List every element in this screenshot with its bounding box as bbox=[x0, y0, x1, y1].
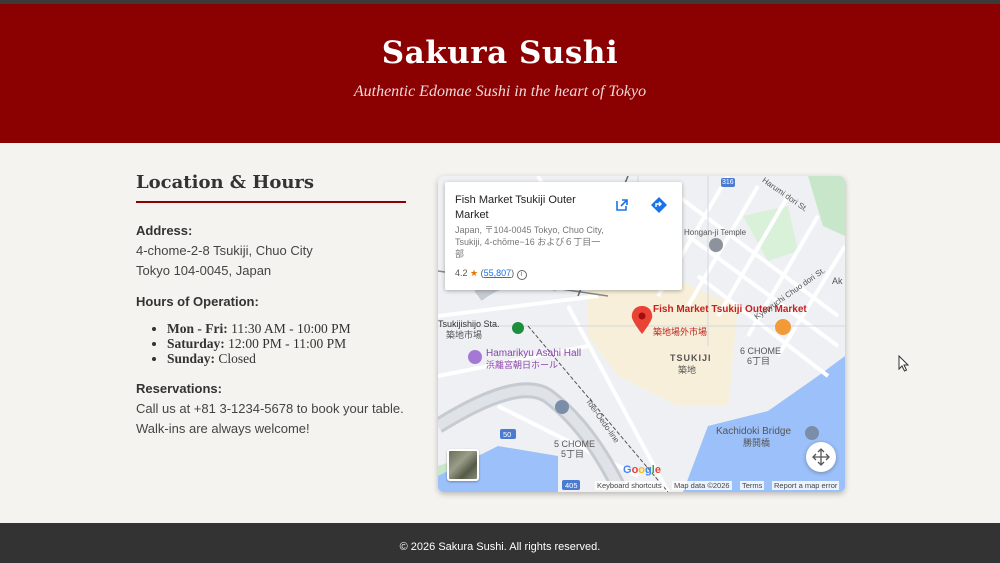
district-label-5chome: 5 CHOME bbox=[554, 439, 596, 449]
info-icon[interactable]: i bbox=[516, 270, 527, 280]
keyboard-shortcuts-link[interactable]: Keyboard shortcuts bbox=[595, 481, 664, 490]
hours-time: 11:30 AM - 10:00 PM bbox=[231, 321, 351, 336]
directions-icon[interactable] bbox=[646, 192, 672, 218]
place-address: Japan, 〒104-0045 Tokyo, Chuo City, Tsuki… bbox=[455, 225, 604, 259]
location-hours-section: Location & Hours Address: 4-chome-2-8 Ts… bbox=[136, 172, 406, 439]
site-tagline: Authentic Edomae Sushi in the heart of T… bbox=[353, 83, 647, 100]
hours-item: Mon - Fri: 11:30 AM - 10:00 PM bbox=[167, 321, 406, 336]
poi-label-hamarikyu-jp: 浜離宮朝日ホール bbox=[486, 360, 559, 370]
report-map-error-link[interactable]: Report a map error bbox=[772, 481, 840, 490]
site-footer: © 2026 Sakura Sushi. All rights reserved… bbox=[0, 523, 1000, 563]
reservations-line-2: Walk-ins are always welcome! bbox=[136, 421, 310, 436]
google-logo: Google bbox=[623, 464, 661, 476]
place-title[interactable]: Fish Market Tsukiji Outer Market bbox=[455, 193, 605, 223]
district-label-tsukiji-jp: 築地 bbox=[678, 365, 697, 375]
poi-label-kachidoki-jp: 勝鬨橋 bbox=[743, 438, 771, 448]
map-data-text: Map data ©2026 bbox=[672, 481, 732, 490]
embedded-map[interactable]: Fish Market Tsukiji Outer Market 築地場外市場 … bbox=[438, 176, 845, 492]
hours-day: Mon - Fri: bbox=[167, 321, 228, 336]
site-title: Sakura Sushi bbox=[381, 35, 619, 71]
poi-label-kachidoki: Kachidoki Bridge bbox=[716, 426, 792, 437]
hours-list: Mon - Fri: 11:30 AM - 10:00 PM Saturday:… bbox=[167, 321, 406, 366]
hours-day: Saturday: bbox=[167, 336, 225, 351]
address-line-1: 4-chome-2-8 Tsukiji, Chuo City bbox=[136, 243, 313, 258]
hours-time: Closed bbox=[218, 351, 256, 366]
hours-item: Sunday: Closed bbox=[167, 351, 406, 366]
poi-label-temple: Hongan-ji Temple bbox=[684, 228, 747, 237]
hours-label: Hours of Operation: bbox=[136, 294, 259, 309]
open-in-new-icon[interactable] bbox=[609, 192, 635, 218]
hours-item: Saturday: 12:00 PM - 11:00 PM bbox=[167, 336, 406, 351]
address-block: 4-chome-2-8 Tsukiji, Chuo City Tokyo 104… bbox=[136, 241, 406, 281]
district-label-tsukiji: TSUKIJI bbox=[670, 353, 712, 363]
map-attribution-bar: Keyboard shortcuts Map data ©2026 Terms … bbox=[438, 478, 845, 492]
route-shield-316: 316 bbox=[722, 179, 734, 186]
site-header: Sakura Sushi Authentic Edomae Sushi in t… bbox=[0, 4, 1000, 143]
district-label-5chome-jp: 5丁目 bbox=[561, 449, 585, 459]
district-label-6chome-jp: 6丁目 bbox=[747, 356, 771, 366]
district-label-ak: Ak bbox=[832, 276, 843, 286]
address-line-2: Tokyo 104-0045, Japan bbox=[136, 263, 272, 278]
mouse-cursor-icon bbox=[898, 355, 910, 372]
rating-value: 4.2 bbox=[455, 268, 468, 278]
terms-link[interactable]: Terms bbox=[740, 481, 765, 490]
review-count-link[interactable]: 55,807 bbox=[484, 268, 512, 278]
reservations-label: Reservations: bbox=[136, 381, 222, 396]
station-label-jp: 築地市場 bbox=[446, 330, 483, 340]
fullscreen-icon[interactable] bbox=[806, 442, 836, 472]
satellite-toggle-thumbnail[interactable] bbox=[447, 449, 479, 481]
footer-copyright: © 2026 Sakura Sushi. All rights reserved… bbox=[399, 541, 601, 553]
hours-time: 12:00 PM - 11:00 PM bbox=[228, 336, 347, 351]
reservations-line-1: Call us at +81 3-1234-5678 to book your … bbox=[136, 401, 404, 416]
marker-label: Fish Market Tsukiji Outer Market bbox=[653, 304, 807, 315]
place-rating: 4.2 ★ (55,807) i bbox=[455, 268, 527, 280]
reservations-block: Call us at +81 3-1234-5678 to book your … bbox=[136, 399, 406, 439]
section-heading: Location & Hours bbox=[136, 172, 406, 203]
station-label: Tsukijishijo Sta. bbox=[438, 319, 500, 329]
place-info-card[interactable]: Fish Market Tsukiji Outer Market Japan, … bbox=[445, 182, 682, 290]
district-label-6chome: 6 CHOME bbox=[740, 346, 782, 356]
address-label: Address: bbox=[136, 223, 193, 238]
marker-label-jp: 築地場外市場 bbox=[653, 327, 708, 337]
hours-day: Sunday: bbox=[167, 351, 216, 366]
poi-label-hamarikyu: Hamarikyu Asahi Hall bbox=[486, 348, 582, 359]
route-shield-50a: 50 bbox=[503, 430, 512, 439]
star-icon: ★ bbox=[470, 268, 479, 278]
